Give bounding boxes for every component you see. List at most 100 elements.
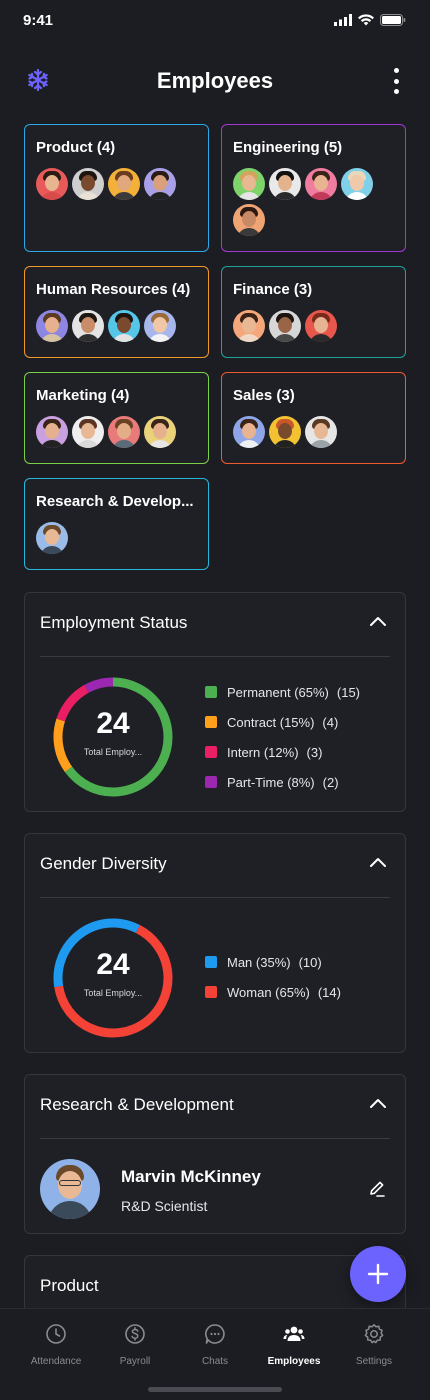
department-card[interactable]: Product (4)	[24, 124, 209, 252]
chevron-up-icon[interactable]	[369, 856, 387, 870]
legend-label: Woman (65%)	[227, 984, 310, 1000]
department-card[interactable]: Human Resources (4)	[24, 266, 209, 358]
nav-label: Employees	[267, 1356, 321, 1367]
avatar[interactable]	[144, 168, 176, 200]
employment-status-legend: Permanent (65%) (15) Contract (15%) (4) Inte…	[205, 677, 360, 797]
panel-title: Product	[40, 1276, 99, 1295]
avatar[interactable]	[36, 168, 68, 200]
page-title: Employees	[156, 68, 274, 93]
avatar[interactable]	[269, 416, 301, 448]
department-name: Research & Develop...	[36, 493, 194, 510]
donut-center: 24 Total Employ...	[51, 916, 175, 1040]
legend-item: Intern (12%) (3)	[205, 737, 360, 767]
legend-label: Permanent (65%)	[227, 684, 329, 700]
avatar[interactable]	[108, 310, 140, 342]
avatar-group	[36, 522, 197, 554]
legend-label: Intern (12%)	[227, 744, 299, 760]
battery-icon	[380, 14, 406, 26]
department-name: Sales (3)	[233, 387, 295, 404]
nav-item-employees[interactable]: Employees	[251, 1323, 337, 1367]
research-development-panel: Research & Development Marvin McKinney R…	[24, 1074, 406, 1234]
chat-bubble-icon	[205, 1324, 225, 1344]
nav-label: Payroll	[119, 1356, 151, 1367]
cellular-signal-icon	[334, 14, 352, 26]
employment-status-panel: Employment Status 24 Total Employ... Per…	[24, 592, 406, 812]
avatar[interactable]	[108, 168, 140, 200]
avatar[interactable]	[36, 522, 68, 554]
panel-title: Research & Development	[40, 1095, 234, 1114]
legend-count: (2)	[322, 774, 339, 790]
department-card[interactable]: Research & Develop...	[24, 478, 209, 570]
add-employee-button[interactable]	[350, 1246, 406, 1302]
legend-label: Man (35%)	[227, 954, 291, 970]
wifi-icon	[358, 14, 374, 26]
avatar[interactable]	[305, 168, 337, 200]
total-employees-label: Total Employ...	[83, 747, 143, 757]
department-name: Human Resources (4)	[36, 281, 191, 298]
avatar[interactable]	[233, 416, 265, 448]
nav-label: Attendance	[30, 1356, 82, 1367]
status-bar: 9:41	[0, 0, 430, 44]
nav-item-payroll[interactable]: Payroll	[92, 1323, 178, 1367]
avatar[interactable]	[144, 310, 176, 342]
avatar[interactable]	[108, 416, 140, 448]
department-card[interactable]: Engineering (5)	[221, 124, 406, 252]
nav-item-chats[interactable]: Chats	[172, 1323, 258, 1367]
avatar[interactable]	[144, 416, 176, 448]
department-name: Marketing (4)	[36, 387, 130, 404]
avatar[interactable]	[72, 416, 104, 448]
employee-role: R&D Scientist	[121, 1198, 208, 1214]
legend-item: Permanent (65%) (15)	[205, 677, 360, 707]
avatar[interactable]	[72, 168, 104, 200]
legend-item: Man (35%) (10)	[205, 947, 341, 977]
avatar[interactable]	[233, 204, 265, 236]
divider	[40, 1138, 390, 1139]
department-card[interactable]: Finance (3)	[221, 266, 406, 358]
avatar[interactable]	[233, 168, 265, 200]
legend-swatch	[205, 746, 217, 758]
avatar-group	[233, 416, 394, 448]
nav-label: Chats	[201, 1356, 229, 1367]
department-name: Engineering (5)	[233, 139, 343, 156]
avatar[interactable]	[341, 168, 373, 200]
employee-name[interactable]: Marvin McKinney	[121, 1167, 261, 1187]
app-header: Employees	[0, 56, 430, 106]
legend-count: (14)	[317, 984, 341, 1000]
legend-label: Contract (15%)	[227, 714, 315, 730]
more-vertical-icon[interactable]	[392, 68, 400, 94]
edit-pencil-icon[interactable]	[367, 1179, 387, 1199]
people-icon	[283, 1326, 305, 1341]
avatar[interactable]	[269, 310, 301, 342]
legend-item: Contract (15%) (4)	[205, 707, 360, 737]
gender-diversity-panel: Gender Diversity 24 Total Employ... Man …	[24, 833, 406, 1053]
avatar[interactable]	[36, 310, 68, 342]
department-name: Finance (3)	[233, 281, 313, 298]
avatar[interactable]	[233, 310, 265, 342]
dollar-icon	[125, 1324, 145, 1344]
nav-item-settings[interactable]: Settings	[331, 1323, 417, 1367]
avatar[interactable]	[269, 168, 301, 200]
employee-avatar[interactable]	[40, 1159, 100, 1219]
divider	[40, 897, 390, 898]
department-card[interactable]: Sales (3)	[221, 372, 406, 464]
avatar[interactable]	[305, 310, 337, 342]
legend-label: Part-Time (8%)	[227, 774, 315, 790]
department-card[interactable]: Marketing (4)	[24, 372, 209, 464]
avatar-group	[36, 416, 197, 448]
avatar[interactable]	[36, 416, 68, 448]
avatar[interactable]	[305, 416, 337, 448]
panel-title: Employment Status	[40, 613, 188, 632]
chevron-up-icon[interactable]	[369, 615, 387, 629]
home-indicator	[148, 1387, 282, 1392]
nav-label: Settings	[355, 1356, 393, 1367]
chevron-up-icon[interactable]	[369, 1097, 387, 1111]
status-time: 9:41	[23, 12, 54, 29]
avatar[interactable]	[72, 310, 104, 342]
nav-item-attendance[interactable]: Attendance	[13, 1323, 99, 1367]
legend-item: Part-Time (8%) (2)	[205, 767, 360, 797]
legend-swatch	[205, 776, 217, 788]
legend-swatch	[205, 956, 217, 968]
gear-icon	[364, 1324, 384, 1344]
avatar-group	[233, 310, 394, 342]
total-employees-value: 24	[96, 948, 130, 981]
